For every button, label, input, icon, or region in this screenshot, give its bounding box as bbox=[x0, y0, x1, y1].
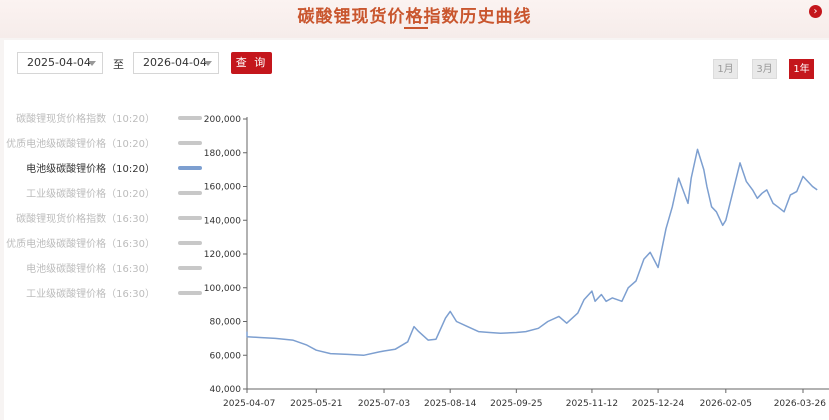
y-tick-label: 80,000 bbox=[210, 318, 242, 328]
x-tick-label: 2025-12-24 bbox=[632, 399, 685, 409]
y-tick-label: 120,000 bbox=[204, 250, 241, 260]
price-line-chart: 40,000 60,000 80,000 100,000 120,000 140,000 1… bbox=[204, 115, 829, 409]
y-tick-label: 200,000 bbox=[204, 115, 241, 125]
series-line bbox=[246, 148, 818, 357]
x-tick-label: 2025-05-21 bbox=[290, 399, 342, 409]
y-tick-label: 140,000 bbox=[204, 216, 241, 226]
y-tick-label: 40,000 bbox=[210, 385, 242, 395]
x-tick-label: 2026-03-26 bbox=[774, 399, 827, 409]
y-tick-label: 180,000 bbox=[204, 149, 241, 159]
x-tick-label: 2025-09-25 bbox=[490, 399, 542, 409]
y-tick-label: 100,000 bbox=[204, 284, 241, 294]
x-tick-label: 2025-08-14 bbox=[424, 399, 477, 409]
y-tick-label: 160,000 bbox=[204, 183, 241, 193]
x-tick-label: 2026-02-05 bbox=[700, 399, 752, 409]
y-tick-label: 60,000 bbox=[210, 351, 242, 361]
x-tick-label: 2025-04-07 bbox=[223, 399, 275, 409]
x-tick-label: 2025-11-12 bbox=[566, 399, 618, 409]
x-tick-label: 2025-07-03 bbox=[358, 399, 410, 409]
